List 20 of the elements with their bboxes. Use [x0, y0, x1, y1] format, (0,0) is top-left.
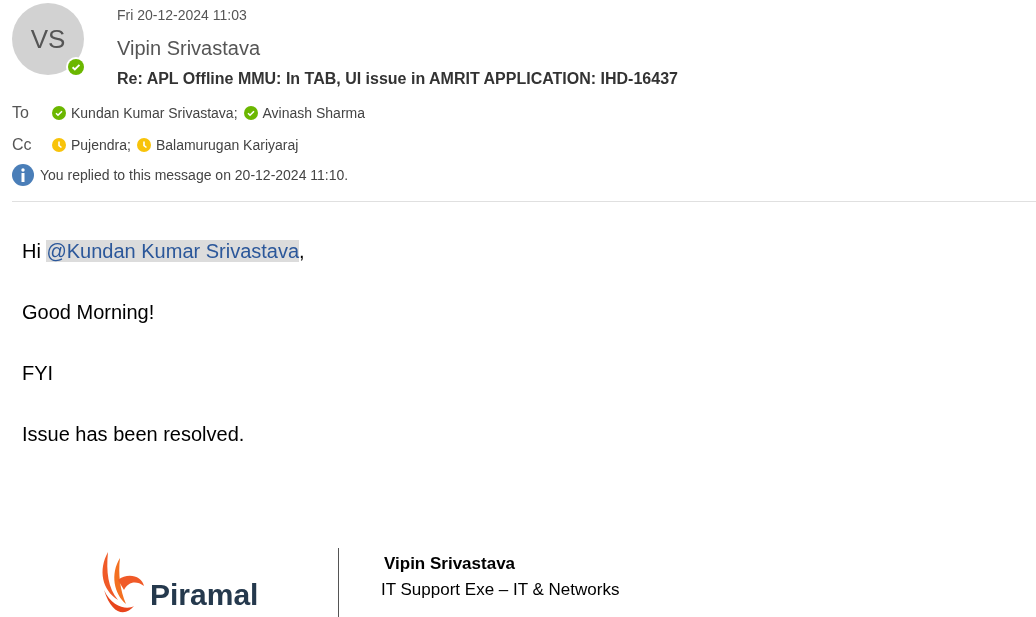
body-paragraph: Issue has been resolved.	[22, 422, 246, 447]
recipient-name[interactable]: Pujendra;	[71, 135, 131, 155]
recipient-name[interactable]: Kundan Kumar Srivastava;	[71, 103, 238, 123]
sent-date: Fri 20-12-2024 11:03	[117, 6, 248, 25]
recipient-label: To	[12, 103, 30, 123]
avatar: VS	[12, 3, 84, 75]
body-paragraph: FYI	[22, 361, 55, 386]
mention-link[interactable]: @Kundan Kumar Srivastava	[46, 240, 300, 262]
recipient-name[interactable]: Avinash Sharma	[262, 103, 365, 123]
signature-title: IT Support Exe – IT & Networks	[381, 579, 620, 601]
greeting-line: Hi @Kundan Kumar Srivastava,	[22, 239, 306, 264]
body-paragraph: Good Morning!	[22, 300, 156, 325]
reply-info: You replied to this message on 20-12-2024 11:10.	[40, 165, 349, 185]
sender-name: Vipin Srivastava	[117, 36, 262, 61]
recipient-label: Cc	[12, 135, 33, 155]
signature-name: Vipin Srivastava	[384, 553, 517, 575]
email-subject: Re: APL Offline MMU: In TAB, UI issue in AMRIT APPLICATION: IHD-16437	[117, 69, 678, 89]
logo-text: Piramal	[150, 578, 259, 612]
recipient-name[interactable]: Balamurugan Kariyaraj	[155, 135, 299, 155]
info-icon	[12, 164, 34, 186]
